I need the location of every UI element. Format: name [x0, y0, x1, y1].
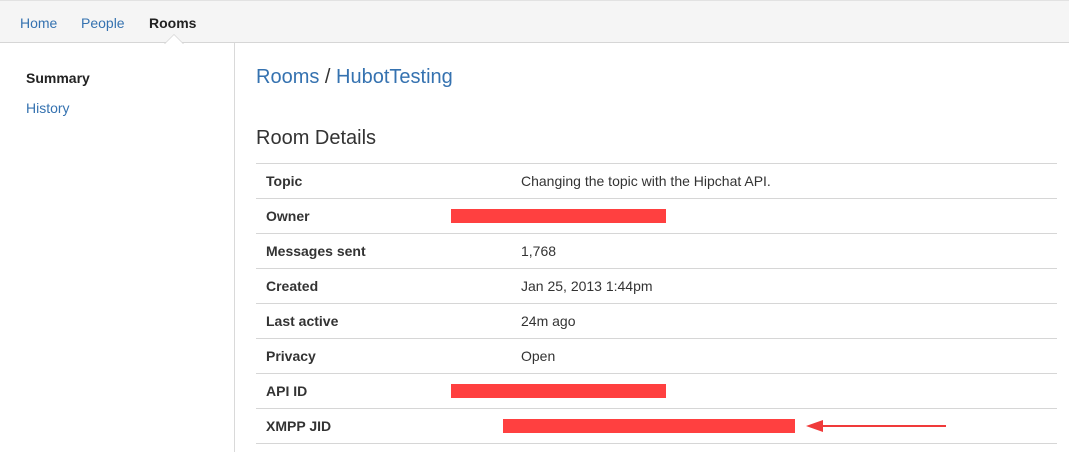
room-details-heading: Room Details: [256, 127, 377, 149]
nav-people-link[interactable]: People: [81, 15, 125, 31]
table-row: Last active 24m ago: [256, 303, 1057, 339]
last-active-value: 24m ago: [521, 303, 1057, 339]
xmpp-jid-label: XMPP JID: [256, 408, 521, 444]
annotation-arrow-icon: [806, 420, 823, 432]
created-label: Created: [256, 268, 521, 304]
table-row: API ID: [256, 373, 1057, 409]
created-value: Jan 25, 2013 1:44pm: [521, 268, 1057, 304]
sidebar-item-history[interactable]: History: [26, 100, 70, 116]
room-details-table: Topic Changing the topic with the Hipcha…: [256, 163, 1057, 444]
nav-home-link[interactable]: Home: [20, 15, 57, 31]
topic-label: Topic: [256, 163, 521, 199]
xmpp-jid-value: [503, 408, 1057, 444]
annotation-arrow-shaft: [822, 425, 946, 427]
breadcrumb: Rooms / HubotTesting: [256, 66, 453, 89]
last-active-label: Last active: [256, 303, 521, 339]
table-row: Privacy Open: [256, 338, 1057, 374]
owner-value: [451, 198, 1057, 234]
privacy-value: Open: [521, 338, 1057, 374]
sidebar: Summary History: [0, 43, 235, 452]
top-nav-bar: Home People Rooms: [0, 0, 1069, 44]
table-row: Topic Changing the topic with the Hipcha…: [256, 163, 1057, 199]
api-id-value: [451, 373, 1057, 409]
breadcrumb-current-room-link[interactable]: HubotTesting: [336, 66, 453, 88]
api-id-redaction-bar: [451, 384, 666, 398]
owner-redaction-bar: [451, 209, 666, 223]
sidebar-item-summary[interactable]: Summary: [26, 70, 90, 86]
xmpp-jid-redaction-bar: [503, 419, 795, 433]
messages-sent-value: 1,768: [521, 233, 1057, 269]
breadcrumb-separator: /: [324, 66, 331, 88]
topic-value: Changing the topic with the Hipchat API.: [521, 163, 1057, 199]
nav-rooms-link[interactable]: Rooms: [149, 15, 196, 31]
table-row: Created Jan 25, 2013 1:44pm: [256, 268, 1057, 304]
privacy-label: Privacy: [256, 338, 521, 374]
table-row: Messages sent 1,768: [256, 233, 1057, 269]
messages-sent-label: Messages sent: [256, 233, 521, 269]
table-row: Owner: [256, 198, 1057, 234]
breadcrumb-rooms-link[interactable]: Rooms: [256, 66, 319, 88]
